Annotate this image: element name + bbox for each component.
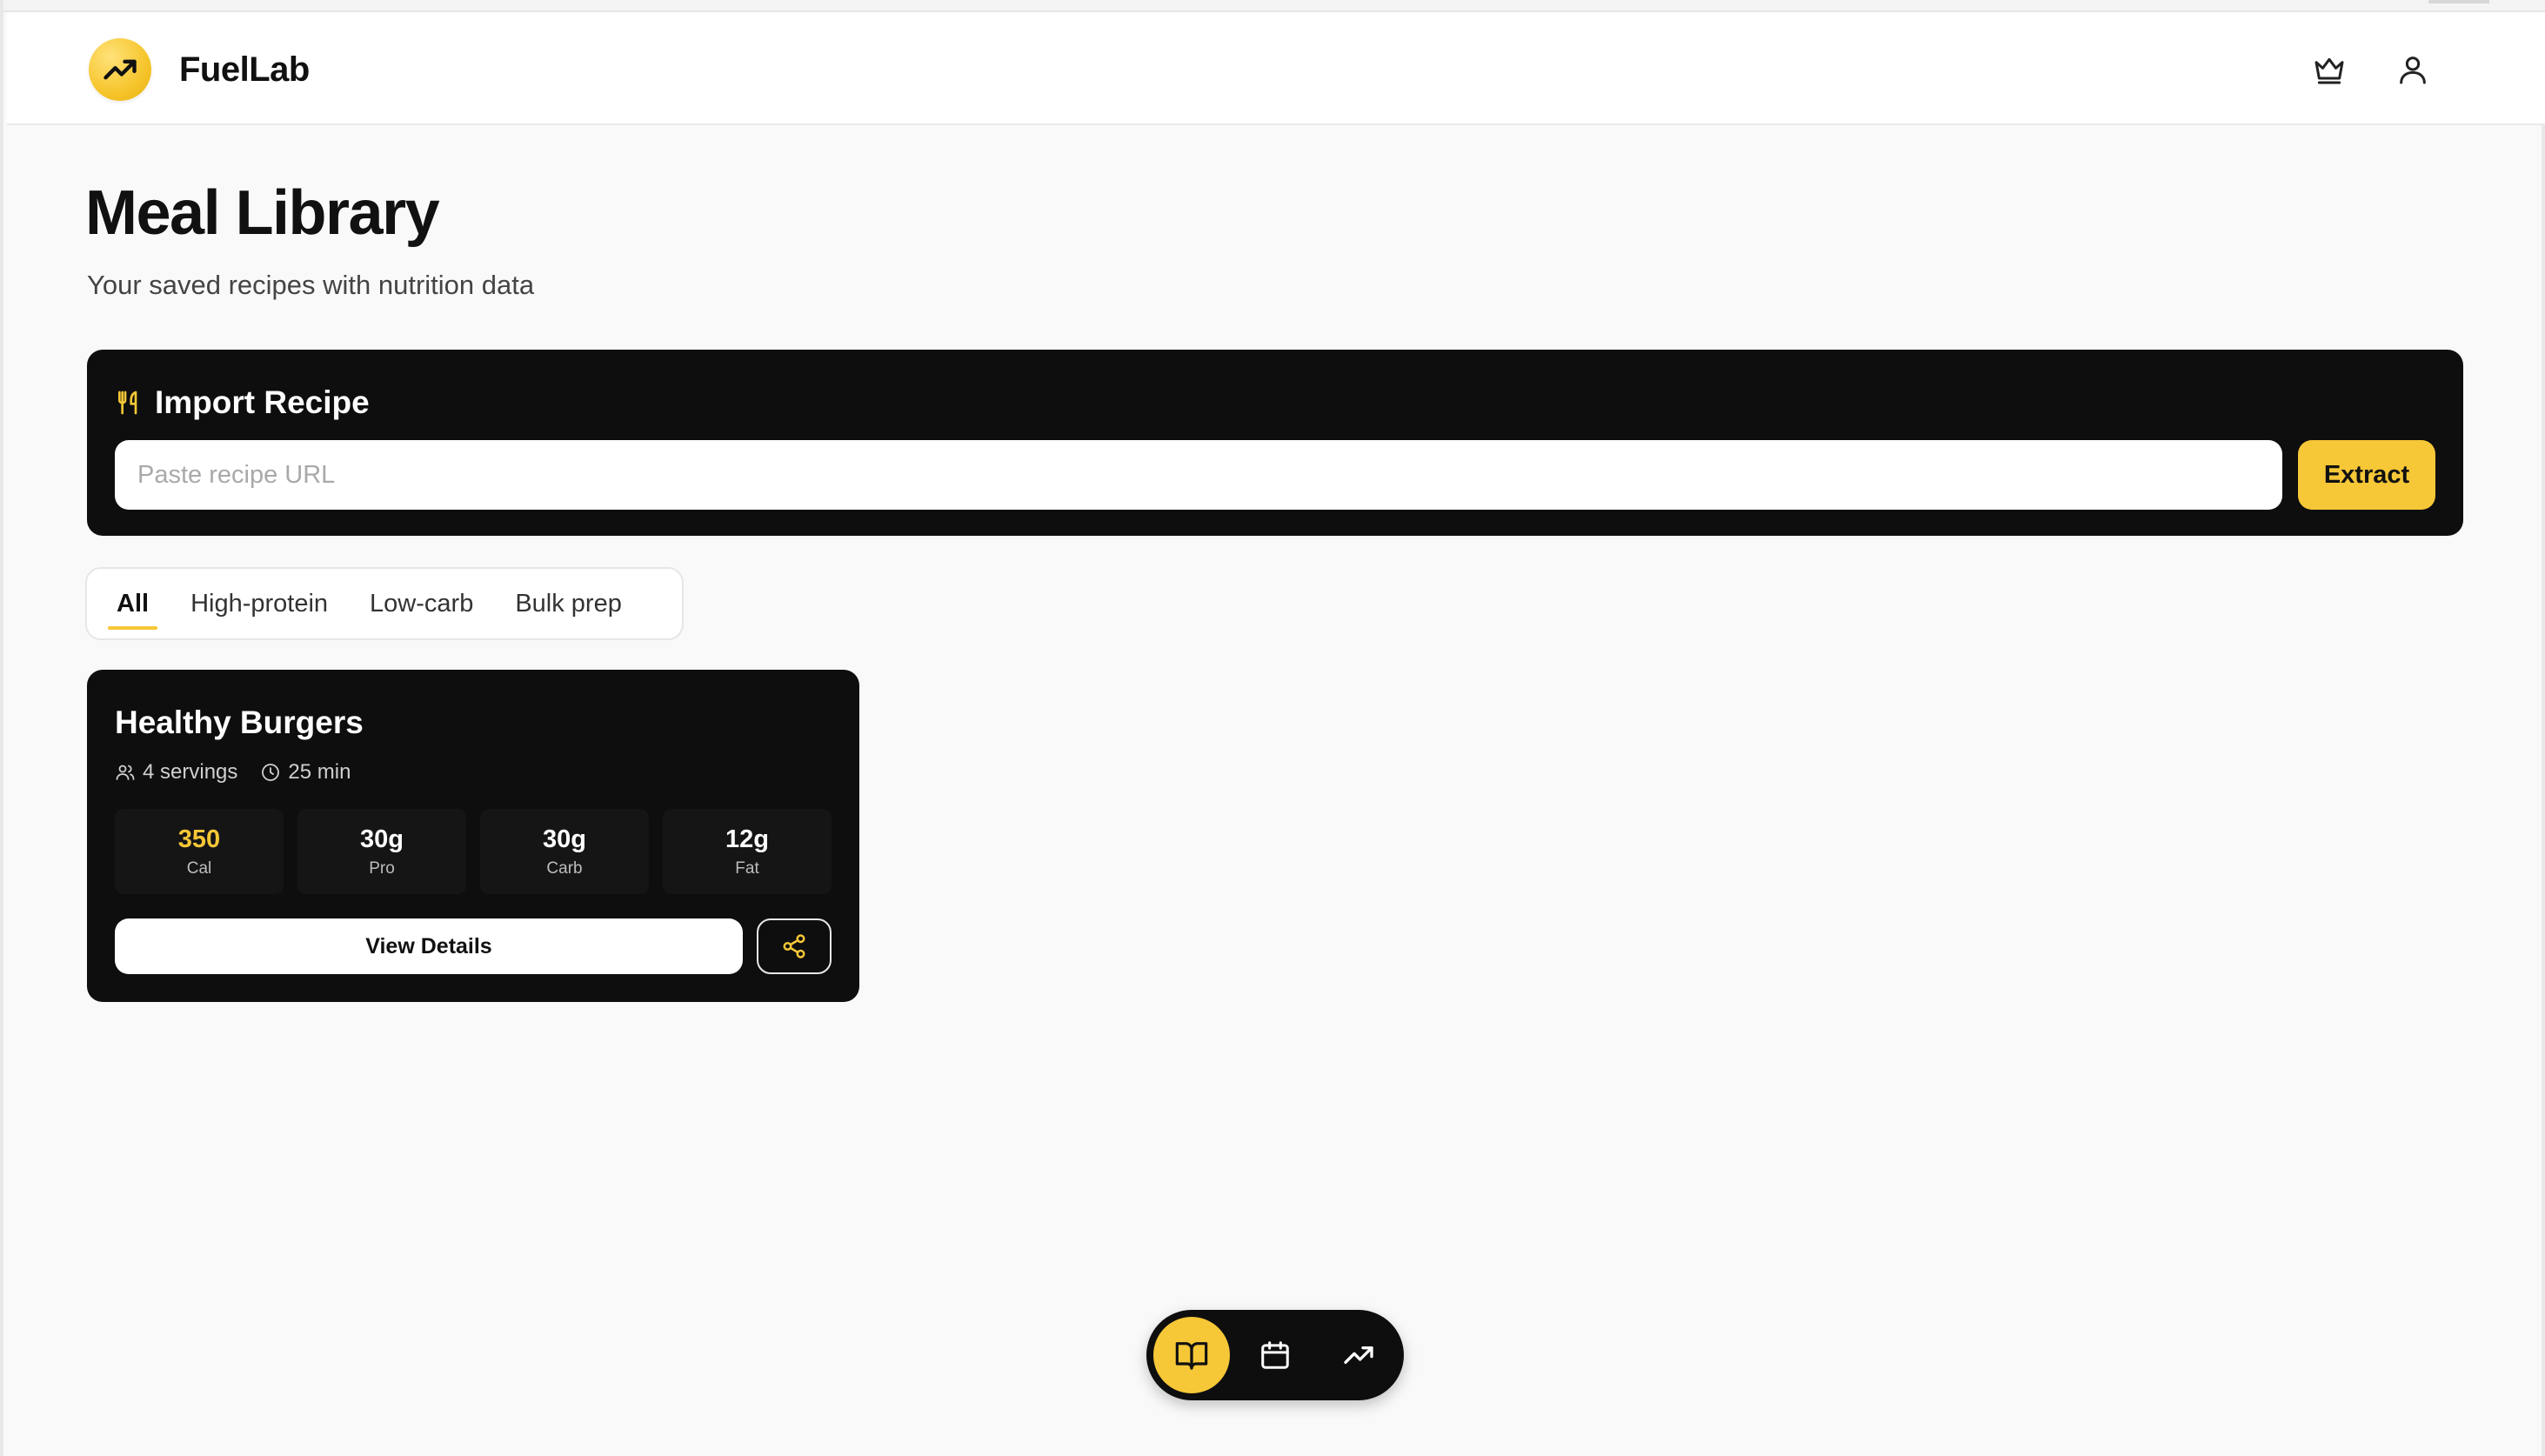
recipe-meta: 4 servings 25 min	[115, 760, 351, 785]
crown-icon	[2315, 57, 2344, 84]
nav-calendar[interactable]	[1237, 1317, 1313, 1393]
view-details-button[interactable]: View Details	[115, 918, 743, 974]
share-icon	[783, 934, 805, 958]
macro-label: Carb	[546, 858, 583, 878]
calendar-icon	[1261, 1341, 1289, 1369]
extract-button[interactable]: Extract	[2298, 440, 2435, 510]
app-header: FuelLab	[7, 12, 2545, 125]
browser-top-strip	[3, 0, 2545, 12]
tab-high-protein[interactable]: High-protein	[170, 569, 349, 638]
macro-grid: 350 Cal 30g Pro 30g Carb 12g Fat	[115, 809, 832, 894]
brand-logo[interactable]	[89, 38, 151, 101]
users-icon	[116, 765, 135, 780]
share-button[interactable]	[757, 918, 832, 974]
trending-up-icon	[1344, 1346, 1373, 1364]
macro-value: 30g	[360, 825, 404, 853]
macro-calories: 350 Cal	[115, 809, 284, 894]
time-info: 25 min	[260, 760, 351, 785]
macro-value: 12g	[725, 825, 769, 853]
user-icon	[2400, 57, 2426, 84]
recipe-url-input[interactable]	[115, 440, 2282, 510]
macro-label: Fat	[735, 858, 759, 878]
tab-bulk-prep[interactable]: Bulk prep	[494, 569, 643, 638]
macro-protein: 30g Pro	[297, 809, 466, 894]
macro-carbs: 30g Carb	[480, 809, 649, 894]
macro-value: 30g	[543, 825, 586, 853]
page-title: Meal Library	[85, 178, 440, 248]
import-recipe-header: Import Recipe	[115, 384, 370, 421]
filter-tabs: All High-protein Low-carb Bulk prep	[85, 567, 684, 640]
clock-icon	[262, 764, 280, 781]
nav-progress[interactable]	[1320, 1317, 1397, 1393]
tab-indicator	[2428, 0, 2489, 3]
nav-library[interactable]	[1153, 1317, 1230, 1393]
premium-button[interactable]	[2308, 49, 2350, 90]
servings-text: 4 servings	[143, 760, 238, 784]
import-recipe-card: Import Recipe Extract	[87, 350, 2463, 536]
macro-label: Cal	[186, 858, 212, 878]
tab-low-carb[interactable]: Low-carb	[349, 569, 494, 638]
recipe-title: Healthy Burgers	[115, 705, 364, 740]
profile-button[interactable]	[2392, 49, 2434, 90]
book-open-icon	[1175, 1342, 1208, 1370]
macro-value: 350	[177, 825, 221, 853]
macro-label: Pro	[369, 858, 395, 878]
recipe-card: Healthy Burgers 4 servings 25 min 350 Ca…	[87, 670, 859, 1002]
page-subtitle: Your saved recipes with nutrition data	[87, 270, 535, 300]
servings-info: 4 servings	[115, 760, 237, 785]
brand-name[interactable]: FuelLab	[179, 50, 310, 90]
import-recipe-title: Import Recipe	[155, 384, 370, 420]
tab-all[interactable]: All	[96, 569, 170, 638]
utensils-icon	[118, 391, 137, 415]
time-text: 25 min	[288, 760, 351, 784]
app-frame: FuelLab Meal Library Your saved recipes …	[0, 0, 2545, 1456]
bottom-nav	[1146, 1310, 1404, 1400]
macro-fat: 12g Fat	[663, 809, 832, 894]
trending-up-icon	[104, 59, 137, 80]
